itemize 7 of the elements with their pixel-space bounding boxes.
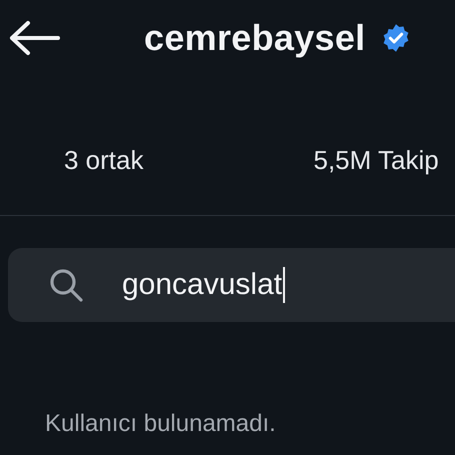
tab[interactable]: 3 ortak [64, 144, 144, 176]
tab[interactable]: 5,5M Takip [314, 144, 439, 176]
search-field[interactable]: goncavuslat [8, 248, 455, 322]
no-results-message: Kullanıcı bulunamadı. [45, 410, 277, 438]
back-arrow-icon[interactable] [8, 20, 60, 56]
profile-username: cemrebaysel [144, 17, 366, 59]
search-icon [48, 267, 84, 303]
